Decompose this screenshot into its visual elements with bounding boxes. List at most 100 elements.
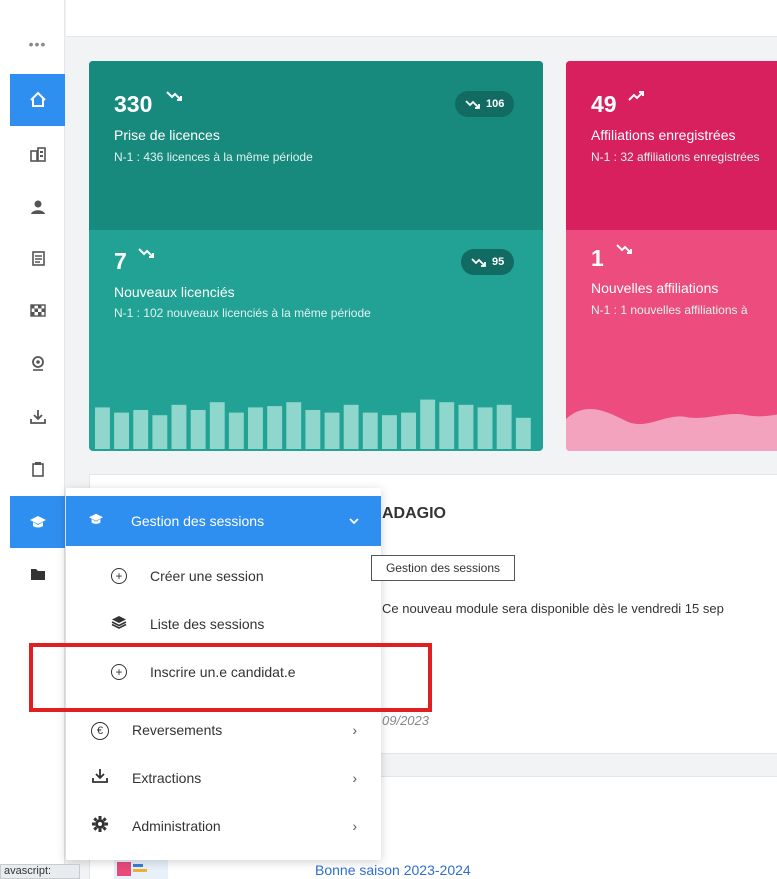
news-title: ADAGIO: [382, 505, 446, 522]
licences-stat-card[interactable]: 330 Prise de licences N-1 : 436 licences…: [89, 61, 543, 451]
menu-item-administration[interactable]: Administration ›: [66, 806, 381, 846]
sidebar-item-locations[interactable]: [10, 338, 65, 390]
sidebar-rail: •••: [0, 0, 65, 879]
new-affiliations-comparison: N-1 : 1 nouvelles affiliations à: [591, 303, 748, 317]
menu-item-label: Reversements: [132, 722, 223, 738]
chart-bar: [439, 402, 455, 449]
licences-delta-badge: 106: [455, 91, 515, 117]
new-licensees-delta: 95: [492, 256, 505, 268]
licences-panel: [89, 61, 543, 230]
trend-down-icon: [166, 91, 182, 101]
licences-label: Prise de licences: [114, 127, 220, 143]
menu-item-create-session[interactable]: + Créer une session: [66, 556, 381, 596]
chart-bar: [228, 412, 244, 449]
chevron-right-icon: ›: [352, 722, 357, 738]
new-affiliations-label: Nouvelles affiliations: [591, 280, 719, 296]
checkered-flag-icon: [29, 304, 46, 317]
season-link[interactable]: Bonne saison 2023-2024: [315, 862, 471, 878]
plus-circle-icon: +: [107, 567, 131, 585]
affiliations-value: 49: [591, 91, 617, 117]
affiliations-area-chart: [566, 409, 777, 451]
menu-header-label: Gestion des sessions: [131, 513, 265, 529]
status-bar: avascript:: [0, 864, 80, 879]
chart-bar: [362, 412, 378, 449]
graduation-cap-icon: [29, 516, 46, 528]
season-thumbnail[interactable]: [114, 858, 168, 879]
buildings-icon: [29, 147, 46, 162]
trend-down-icon: [138, 248, 154, 258]
home-icon: [29, 91, 46, 107]
menu-item-label: Extractions: [132, 770, 202, 786]
clipboard-icon: [31, 462, 44, 477]
season-image: [114, 858, 168, 879]
download-icon: [88, 768, 112, 789]
chart-bar: [305, 410, 321, 449]
sidebar-item-documents[interactable]: [10, 233, 65, 285]
sidebar-item-users[interactable]: [10, 181, 65, 233]
chart-bar: [114, 412, 129, 449]
dashboard-page: ••• 330 Prise de licences N-1: 436 lice…: [0, 0, 777, 879]
menu-item-list-sessions[interactable]: Liste des sessions: [66, 604, 381, 644]
sidebar-item-downloads[interactable]: [10, 391, 65, 443]
chart-bar: [152, 415, 168, 449]
chart-bar: [401, 412, 416, 449]
map-pin-icon: [31, 356, 44, 371]
chart-bar: [382, 415, 397, 449]
menu-item-label: Administration: [132, 818, 221, 834]
menu-header-gestion-sessions[interactable]: Gestion des sessions: [66, 496, 381, 546]
affiliations-stat-card[interactable]: 49 Affiliations enregistrées N-1 : 32 af…: [566, 61, 777, 451]
new-licensees-label: Nouveaux licenciés: [114, 284, 235, 300]
chart-bar: [286, 402, 302, 449]
highlight-box: [29, 643, 432, 712]
chart-bar: [133, 410, 149, 449]
chart-bar: [515, 417, 531, 449]
licences-delta: 106: [486, 98, 505, 110]
affiliations-panel: [566, 61, 777, 230]
gear-icon: [88, 815, 112, 838]
trend-down-icon: [471, 258, 486, 267]
trend-down-icon: [465, 100, 480, 109]
tooltip: Gestion des sessions: [371, 555, 515, 581]
trend-up-icon: [628, 91, 644, 101]
chevron-down-icon: [349, 514, 359, 528]
chart-bar: [420, 399, 436, 449]
chart-bar: [496, 404, 512, 449]
sidebar-item-home[interactable]: [10, 74, 65, 126]
folder-icon: [30, 569, 45, 580]
licences-comparison: N-1 : 436 licences à la même période: [114, 150, 313, 164]
affiliations-comparison: N-1 : 32 affiliations enregistrées: [591, 150, 760, 164]
chart-bar: [343, 404, 359, 449]
chevron-right-icon: ›: [352, 770, 357, 786]
chart-bar: [171, 404, 187, 449]
sidebar-item-clipboard[interactable]: [10, 443, 65, 495]
licences-bar-chart: [95, 399, 531, 449]
sidebar-item-folder[interactable]: [10, 548, 65, 600]
new-licensees-delta-badge: 95: [461, 249, 515, 275]
chart-bar: [324, 412, 340, 449]
sidebar-item-training[interactable]: [10, 496, 65, 548]
new-licensees-value: 7: [114, 248, 127, 274]
top-bar: [66, 0, 777, 37]
menu-item-reversements[interactable]: € Reversements ›: [66, 710, 381, 750]
sidebar-item-competitions[interactable]: [10, 285, 65, 337]
chart-bar: [477, 407, 493, 449]
news-text: Ce nouveau module sera disponible dès le…: [382, 601, 724, 616]
layers-icon: [107, 615, 131, 634]
sidebar-item-buildings[interactable]: [10, 128, 65, 180]
graduation-cap-icon: [88, 512, 112, 530]
documents-icon: [31, 251, 45, 266]
chart-bar: [209, 402, 225, 449]
menu-item-extractions[interactable]: Extractions ›: [66, 758, 381, 798]
chart-bar: [95, 407, 110, 449]
euro-icon: €: [88, 721, 112, 740]
chart-bar: [458, 404, 474, 449]
affiliations-label: Affiliations enregistrées: [591, 127, 736, 143]
download-icon: [29, 410, 46, 424]
more-dots-icon[interactable]: •••: [10, 36, 65, 52]
menu-item-label: Liste des sessions: [150, 616, 265, 632]
user-icon: [30, 200, 45, 214]
chart-bar: [248, 407, 263, 449]
chart-bar: [267, 406, 283, 449]
menu-item-label: Créer une session: [150, 568, 264, 584]
chart-bar: [190, 410, 206, 449]
